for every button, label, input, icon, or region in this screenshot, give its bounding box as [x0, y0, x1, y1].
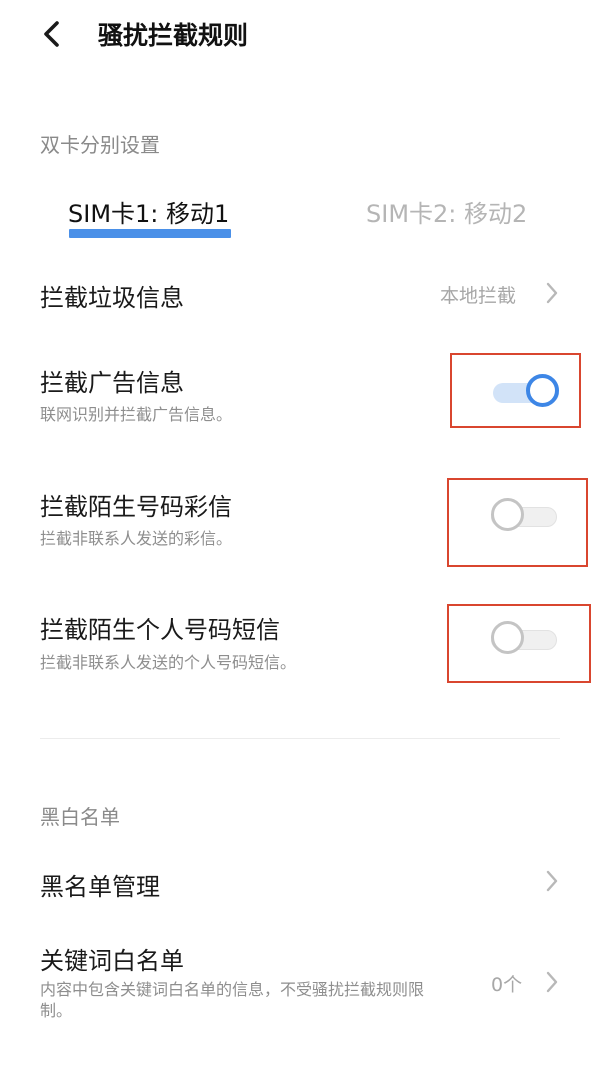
ads-intercept-subtitle: 联网识别并拦截广告信息。: [40, 405, 233, 424]
tab-sim2[interactable]: SIM卡2: 移动2: [366, 193, 527, 235]
stranger-mms-title: 拦截陌生号码彩信: [40, 493, 232, 521]
section-label-black-white-list: 黑白名单: [40, 805, 120, 829]
stranger-mms-subtitle: 拦截非联系人发送的彩信。: [40, 529, 233, 548]
annotation-box: [447, 604, 591, 683]
keyword-whitelist-title: 关键词白名单: [40, 947, 184, 975]
back-button[interactable]: [30, 14, 74, 58]
divider: [40, 738, 560, 739]
ads-intercept-title: 拦截广告信息: [40, 369, 184, 397]
keyword-whitelist-count: 0个: [491, 974, 523, 996]
spam-intercept-title: 拦截垃圾信息: [40, 284, 184, 312]
stranger-personal-sms-subtitle: 拦截非联系人发送的个人号码短信。: [40, 653, 297, 672]
page-title: 骚扰拦截规则: [98, 21, 249, 50]
annotation-box: [450, 353, 581, 428]
section-label-dual-sim: 双卡分别设置: [40, 133, 160, 157]
spam-intercept-value: 本地拦截: [440, 285, 517, 307]
blacklist-title: 黑名单管理: [40, 873, 160, 901]
stranger-personal-sms-title: 拦截陌生个人号码短信: [40, 616, 280, 644]
chevron-right-icon: [541, 967, 563, 997]
keyword-whitelist-subtitle: 内容中包含关键词白名单的信息，不受骚扰拦截规则限制。: [40, 980, 425, 1020]
chevron-right-icon: [541, 278, 563, 308]
tab-indicator: [69, 229, 231, 238]
chevron-left-icon: [41, 19, 63, 53]
chevron-right-icon: [541, 866, 563, 896]
annotation-box: [447, 478, 588, 567]
